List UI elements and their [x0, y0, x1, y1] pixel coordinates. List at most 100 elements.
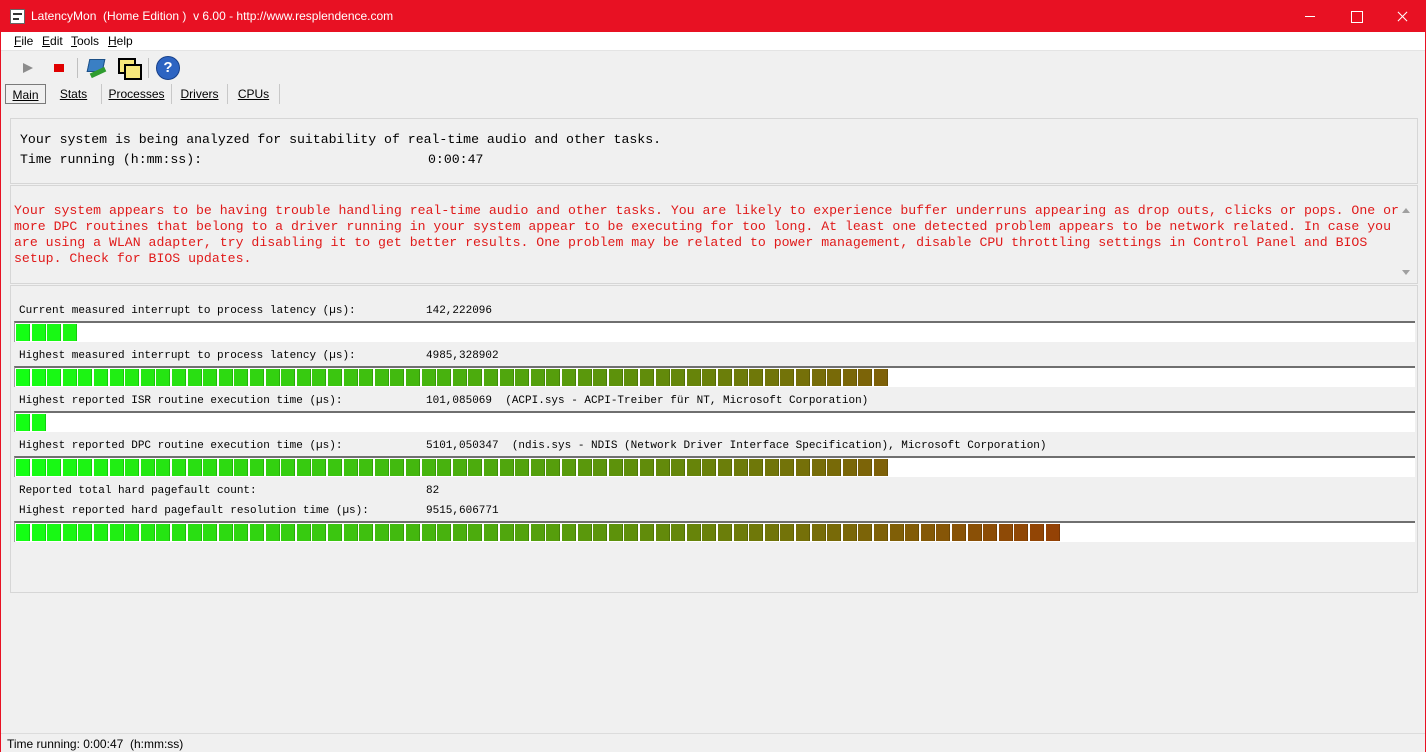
- meter-segment: [593, 524, 608, 541]
- meter-segment: [530, 459, 545, 476]
- tab-cpus[interactable]: CPUs: [228, 84, 280, 104]
- meter-segment: [780, 459, 795, 476]
- meter-segment: [842, 459, 857, 476]
- toolbar-separator: [77, 58, 78, 78]
- meter-segment: [234, 369, 249, 386]
- tab-bar: Main Stats Processes Drivers CPUs: [1, 82, 1425, 104]
- scroll-up-arrow-icon[interactable]: [1402, 208, 1410, 213]
- meter-segment: [577, 459, 592, 476]
- meter-segment: [952, 524, 966, 541]
- meter-segment: [686, 369, 701, 386]
- meter-segment: [827, 369, 842, 386]
- meter-segment: [312, 459, 327, 476]
- status-bar: Time running: 0:00:47 (h:mm:ss): [1, 733, 1425, 752]
- windows-icon[interactable]: [115, 55, 142, 81]
- meter-segment: [281, 459, 296, 476]
- scroll-down-arrow-icon[interactable]: [1402, 270, 1410, 275]
- menu-tools[interactable]: Tools: [71, 34, 99, 48]
- meter-segment: [515, 524, 530, 541]
- meter-segment: [406, 459, 420, 476]
- meter-segment: [234, 524, 249, 541]
- meter-segment: [31, 524, 46, 541]
- meter-segment: [1045, 524, 1060, 541]
- meter-segment: [702, 524, 717, 541]
- meter-segment: [312, 524, 327, 541]
- tab-stats[interactable]: Stats: [46, 84, 102, 104]
- meter-segment: [250, 524, 264, 541]
- meter-segment: [125, 524, 140, 541]
- meter-segment: [562, 459, 576, 476]
- tab-processes[interactable]: Processes: [102, 84, 172, 104]
- meter-segment: [265, 369, 280, 386]
- meter-segment: [764, 369, 779, 386]
- maximize-button[interactable]: [1333, 1, 1379, 32]
- meter-segment: [702, 459, 717, 476]
- meter-segment: [328, 524, 342, 541]
- meter-segment: [359, 369, 374, 386]
- meter-segment: [31, 414, 46, 431]
- minimize-button[interactable]: [1287, 1, 1333, 32]
- meter-segment: [749, 524, 764, 541]
- meter-segment: [109, 369, 124, 386]
- meter-segment: [296, 459, 311, 476]
- metric-label: Highest measured interrupt to process la…: [19, 350, 356, 362]
- stop-icon[interactable]: [46, 55, 72, 81]
- meter-segment: [421, 459, 436, 476]
- meter-segment: [577, 524, 592, 541]
- meter-segment: [172, 459, 186, 476]
- app-icon[interactable]: [10, 9, 25, 24]
- meter-segment: [156, 459, 171, 476]
- meter-segment: [764, 459, 779, 476]
- meter-segment: [655, 524, 670, 541]
- analysis-panel: Your system is being analyzed for suitab…: [10, 118, 1418, 184]
- meter-segment: [874, 369, 888, 386]
- menu-file[interactable]: File: [14, 34, 33, 48]
- meter-segment: [624, 459, 639, 476]
- meter-segment: [343, 524, 358, 541]
- meter-segment: [359, 459, 374, 476]
- driver-tool-icon[interactable]: [83, 55, 109, 81]
- meter-segment: [406, 524, 420, 541]
- meter-segment: [172, 369, 186, 386]
- title-bar[interactable]: LatencyMon (Home Edition ) v 6.00 - http…: [1, 1, 1425, 32]
- menu-help[interactable]: Help: [108, 34, 133, 48]
- meter-segment: [406, 369, 420, 386]
- status-text: Time running: 0:00:47 (h:mm:ss): [7, 737, 184, 751]
- tab-drivers[interactable]: Drivers: [172, 84, 228, 104]
- meter-segment: [312, 369, 327, 386]
- meter-segment: [452, 524, 467, 541]
- window-title: LatencyMon (Home Edition ) v 6.00 - http…: [31, 9, 394, 23]
- meter-segment: [31, 459, 46, 476]
- metric-value: 5101,050347 (ndis.sys - NDIS (Network Dr…: [426, 440, 1047, 452]
- analysis-text: Your system is being analyzed for suitab…: [20, 132, 662, 147]
- meter-segment: [530, 369, 545, 386]
- meter-segment: [374, 369, 389, 386]
- latency-meter: [14, 411, 1415, 432]
- meter-segment: [78, 369, 93, 386]
- meter-segment: [109, 524, 124, 541]
- meter-segment: [452, 369, 467, 386]
- metric-label: Highest reported ISR routine execution t…: [19, 395, 343, 407]
- meter-segment: [78, 524, 93, 541]
- close-button[interactable]: [1379, 1, 1425, 32]
- meter-segment: [842, 524, 857, 541]
- tab-main[interactable]: Main: [5, 84, 46, 104]
- toolbar: [1, 52, 1425, 82]
- meter-segment: [562, 524, 576, 541]
- meter-segment: [172, 524, 186, 541]
- meter-segment: [546, 524, 561, 541]
- play-icon[interactable]: [15, 55, 41, 81]
- meter-segment: [281, 524, 296, 541]
- meter-segment: [62, 459, 77, 476]
- meter-segment: [655, 369, 670, 386]
- help-icon[interactable]: [155, 55, 181, 81]
- meter-segment: [936, 524, 951, 541]
- conclusion-panel[interactable]: Your system appears to be having trouble…: [10, 185, 1418, 284]
- meter-segment: [31, 324, 46, 341]
- meter-segment: [374, 459, 389, 476]
- meter-segment: [1014, 524, 1029, 541]
- meter-segment: [515, 369, 530, 386]
- menu-edit[interactable]: Edit: [42, 34, 63, 48]
- metrics-panel: Current measured interrupt to process la…: [10, 285, 1418, 593]
- meter-segment: [468, 524, 483, 541]
